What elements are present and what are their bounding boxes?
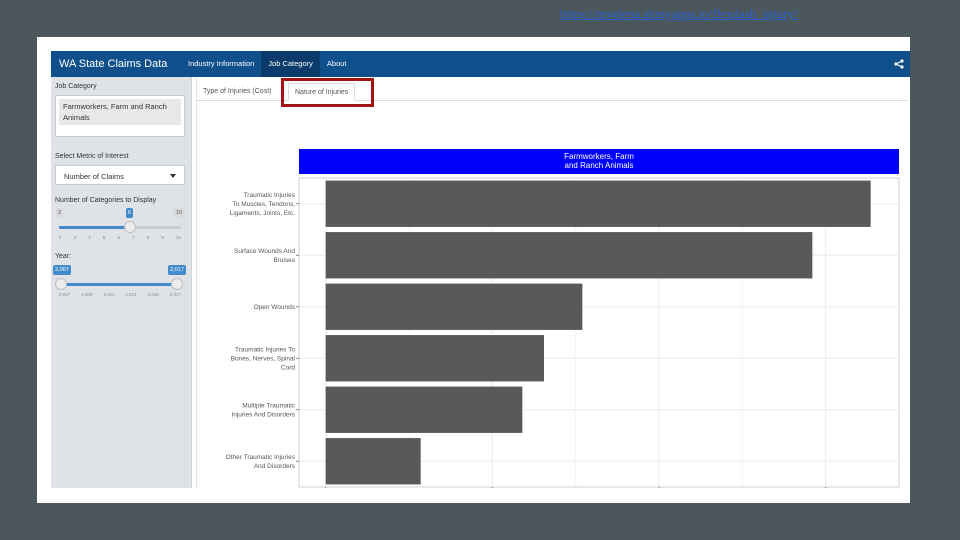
category-label: Bruises [273, 257, 295, 264]
year-tick-label: 2,013 [125, 292, 137, 297]
slider-max-label: 10 [174, 208, 185, 218]
facet-title-line: and Ranch Animals [565, 161, 634, 170]
category-label: Traumatic Injuries To [235, 346, 295, 353]
slider-tick-label: 4 [88, 235, 91, 240]
year-slider[interactable]: 2,007 2,017 2,007 2,009 2,011 2,013 2,015 2,0… [53, 265, 186, 301]
category-label: Injuries And Disorders [231, 411, 295, 418]
bar [325, 232, 813, 279]
nav-about[interactable]: About [320, 51, 354, 77]
job-category-label: Job Category [55, 83, 97, 90]
bar [325, 180, 871, 227]
slider-tick-label: 9 [161, 235, 164, 240]
job-category-chip[interactable]: Farmworkers, Farm and Ranch Animals [59, 99, 181, 125]
bar [325, 386, 523, 433]
nav-industry-information[interactable]: Industry Information [181, 51, 261, 77]
year-tick-label: 2,017 [169, 292, 181, 297]
slider-fill [59, 226, 129, 229]
url-link[interactable]: https://mvelena.shinyapps.io/flexdash_in… [560, 6, 798, 22]
category-label: And Disorders [254, 463, 296, 470]
metric-label: Select Metric of Interest [55, 153, 129, 160]
category-label: Ligaments, Joints, Etc. [230, 210, 296, 217]
bar [325, 438, 421, 485]
category-label: Multiple Traumatic [242, 402, 295, 409]
slider-handle[interactable] [124, 221, 136, 233]
year-max-handle[interactable] [171, 278, 183, 290]
categories-slider[interactable]: 2 6 10 2 3 4 5 6 7 8 9 10 [55, 208, 185, 244]
category-label: Bones, Nerves, Spinal [231, 355, 296, 362]
metric-value: Number of Claims [64, 172, 125, 181]
category-label: Surface Wounds And [234, 248, 295, 255]
slider-tick-label: 7 [132, 235, 135, 240]
category-label: Open Wounds [254, 304, 296, 311]
app-title: WA State Claims Data [59, 58, 168, 70]
year-slider-ticks: 2,007 2,009 2,011 2,013 2,015 2,017 [59, 292, 181, 301]
bar [325, 283, 583, 330]
year-tick-label: 2,015 [147, 292, 159, 297]
main-panel: Type of Injuries (Cost) Nature of Injuri… [196, 77, 908, 488]
navbar: WA State Claims Data Industry Informatio… [51, 51, 910, 77]
year-tick-label: 2,011 [103, 292, 115, 297]
slider-tick-label: 5 [102, 235, 106, 240]
category-label: To Muscles, Tendons, [233, 201, 296, 208]
slider-ticks: 2 3 4 5 6 7 8 9 10 [59, 235, 181, 244]
category-label: Other Traumatic Injuries [226, 454, 296, 461]
slider-tick-label: 6 [117, 235, 120, 240]
slider-tick-label: 10 [175, 235, 181, 240]
metric-select[interactable]: Number of Claims [55, 165, 185, 185]
year-tick-label: 2,007 [59, 292, 71, 297]
slider-tick-label: 2 [59, 235, 62, 240]
year-min-handle[interactable] [55, 278, 67, 290]
nav-job-category[interactable]: Job Category [261, 51, 320, 77]
categories-label: Number of Categories to Display [55, 197, 157, 204]
bar-chart: Farmworkers, Farmand Ranch Animals Trauma… [226, 149, 900, 488]
year-label: Year: [55, 253, 72, 260]
facet-title-line: Farmworkers, Farm [564, 152, 634, 161]
slider-min-label: 2 [56, 208, 64, 218]
bar [325, 335, 544, 382]
category-label: Cord [281, 364, 295, 371]
slider-tick-label: 8 [146, 235, 150, 240]
slider-value-label: 6 [126, 208, 134, 218]
year-slider-fill [61, 283, 177, 286]
year-min-label: 2,007 [53, 265, 71, 275]
year-max-label: 2,017 [168, 265, 186, 275]
highlight-annotation-box [281, 78, 374, 107]
category-label: Traumatic Injuries [244, 192, 296, 199]
app-frame: WA State Claims Data Industry Informatio… [37, 37, 910, 503]
caret-down-icon [170, 174, 176, 178]
sidebar: Job Category Farmworkers, Farm and Ranch… [51, 77, 192, 488]
share-icon[interactable] [894, 59, 904, 69]
year-tick-label: 2,009 [81, 292, 93, 297]
slider-tick-label: 3 [73, 235, 77, 240]
job-category-select[interactable]: Farmworkers, Farm and Ranch Animals [55, 95, 185, 137]
